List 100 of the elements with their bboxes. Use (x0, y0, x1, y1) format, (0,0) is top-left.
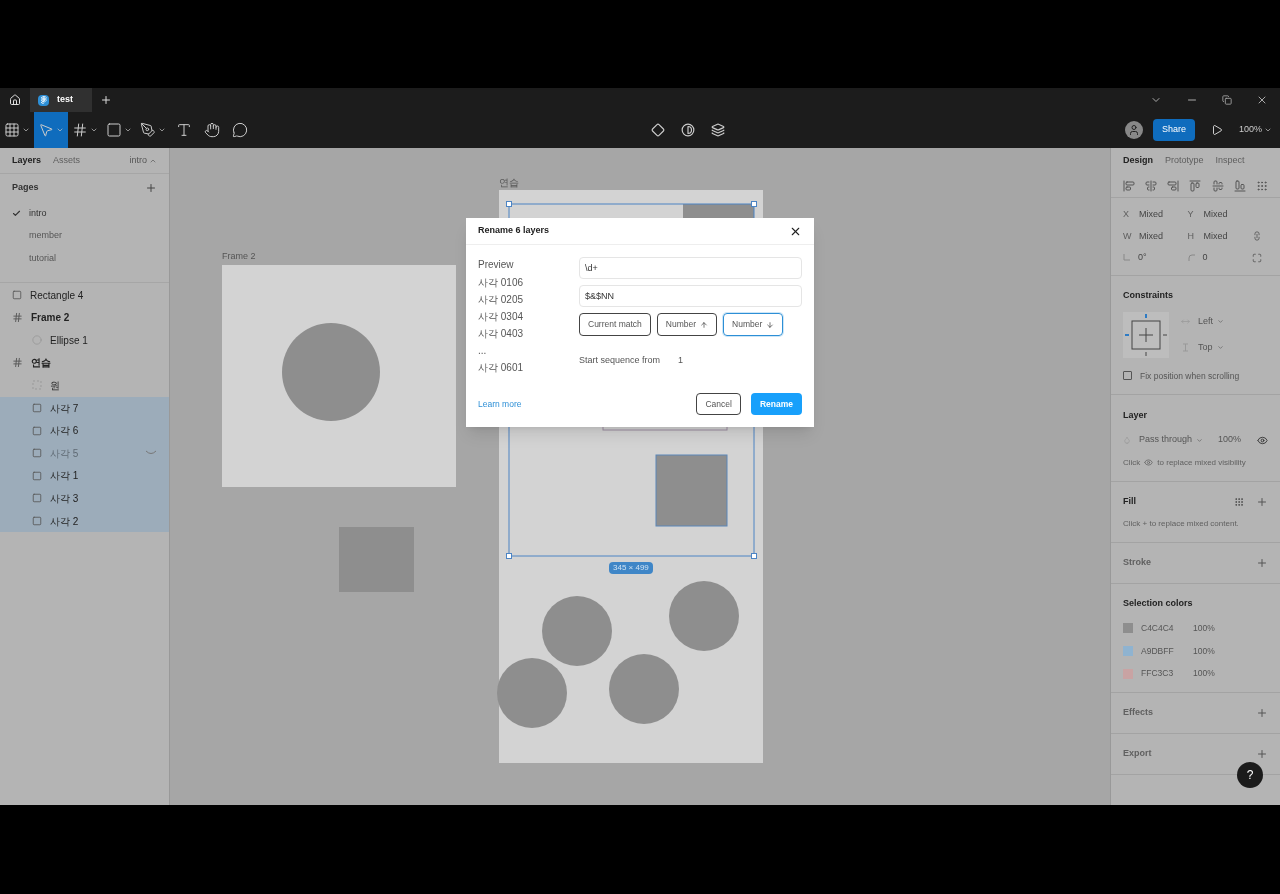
color-hex[interactable]: FFC3C3 (1141, 667, 1185, 680)
page-item[interactable]: tutorial (0, 247, 169, 270)
add-icon[interactable] (1256, 748, 1268, 760)
file-icon (38, 94, 49, 106)
layer-row[interactable]: Ellipse 1 (0, 328, 169, 352)
align-left-icon[interactable] (1123, 179, 1135, 192)
field-value[interactable]: Mixed (1203, 229, 1228, 243)
align-center-icon[interactable] (1145, 179, 1158, 192)
layer-row[interactable]: 사각 6 (0, 419, 169, 442)
pages-title: Pages (12, 181, 40, 195)
checkbox[interactable] (1123, 371, 1132, 381)
panel-tab[interactable]: Assets (53, 153, 81, 168)
field-value[interactable]: Mixed (1203, 208, 1228, 222)
color-hex[interactable]: C4C4C4 (1141, 621, 1185, 635)
align-bottom-icon[interactable] (1233, 179, 1246, 192)
rectangle-icon (32, 403, 42, 414)
sequence-field[interactable]: 1 (678, 354, 684, 368)
component-icon[interactable] (650, 123, 665, 137)
new-tab-icon[interactable] (100, 94, 112, 106)
link-icon[interactable] (1252, 231, 1262, 242)
field-label: H (1187, 229, 1195, 243)
frame-icon (12, 357, 23, 369)
size-label: 345 × 499 (609, 562, 653, 574)
layer-row[interactable]: 사각 2 (0, 509, 169, 533)
panel-tab[interactable]: Design (1123, 154, 1153, 168)
style-icon[interactable] (1234, 496, 1244, 507)
dialog-title: Rename 6 layers (478, 224, 551, 238)
avatar[interactable] (1124, 121, 1143, 139)
hidden-eye-icon[interactable] (145, 450, 157, 457)
add-page-icon[interactable] (145, 182, 157, 194)
align-top-icon[interactable] (1189, 179, 1202, 192)
rename-field[interactable]: $&$NN (579, 285, 802, 307)
color-opacity[interactable]: 100% (1193, 644, 1215, 658)
section-title: Stroke (1123, 556, 1152, 569)
token-button[interactable]: Current match (579, 313, 651, 336)
help-button[interactable]: ? (1237, 762, 1263, 788)
layer-row[interactable]: 연습 (0, 351, 169, 375)
vertical-constraint[interactable]: Top (1198, 340, 1224, 354)
layer-row[interactable]: Frame 2 (0, 306, 169, 329)
rename-button[interactable]: Rename (750, 393, 802, 415)
opacity-value[interactable]: 100% (1217, 433, 1241, 447)
preview-title: Preview (478, 258, 515, 272)
token-button[interactable]: Number (656, 313, 718, 336)
color-hex[interactable]: A9DBFF (1141, 644, 1185, 658)
blend-mode[interactable]: Pass through (1139, 433, 1210, 447)
page-item[interactable]: intro (0, 202, 169, 225)
section-title: Selection colors (1123, 597, 1194, 610)
section-title: Export (1123, 747, 1153, 761)
share-button[interactable]: Share (1152, 119, 1195, 141)
home-icon[interactable] (9, 94, 21, 106)
layer-row[interactable]: Rectangle 4 (0, 283, 169, 307)
hint-text: Click + to replace mixed content. (1123, 517, 1240, 530)
add-icon[interactable] (1256, 556, 1268, 569)
field-value[interactable]: 0 (1202, 251, 1208, 265)
check-icon (12, 208, 21, 218)
match-field[interactable]: \d+ (579, 257, 802, 279)
close-icon[interactable] (1256, 94, 1268, 106)
add-icon[interactable] (1256, 495, 1268, 508)
color-swatch[interactable] (1123, 645, 1133, 656)
color-opacity[interactable]: 100% (1193, 621, 1215, 635)
page-menu[interactable]: intro (129, 153, 157, 168)
comment-icon (232, 122, 248, 138)
file-tab[interactable]: test (30, 88, 92, 112)
add-icon[interactable] (1256, 707, 1268, 719)
layer-row[interactable]: 사각 3 (0, 487, 169, 510)
layer-row[interactable]: 원 (0, 374, 169, 397)
panel-tab[interactable]: Layers (12, 153, 42, 168)
token-button[interactable]: Number (723, 313, 784, 336)
field-value[interactable]: Mixed (1139, 229, 1163, 243)
restore-icon[interactable] (1222, 95, 1232, 105)
distribute-icon[interactable] (1255, 179, 1268, 192)
cancel-button[interactable]: Cancel (696, 393, 741, 415)
section-title: Effects (1123, 706, 1154, 720)
panel-tab[interactable]: Inspect (1215, 154, 1245, 168)
expand-icon[interactable] (1252, 252, 1262, 263)
field-value[interactable]: 0° (1138, 251, 1147, 265)
learn-more-link[interactable]: Learn more (478, 397, 687, 411)
panel-tab[interactable]: Prototype (1165, 154, 1204, 168)
frame-icon (12, 312, 23, 324)
page-item[interactable]: member (0, 224, 169, 248)
field-label: Y (1187, 208, 1195, 221)
text-icon (176, 122, 192, 138)
caret-icon (124, 126, 132, 134)
preview-item: 사각 0403 (478, 327, 525, 341)
color-opacity[interactable]: 100% (1193, 667, 1215, 680)
zoom-menu[interactable]: 100% (1238, 123, 1272, 137)
align-right-icon[interactable] (1167, 179, 1180, 192)
caret-icon (22, 126, 30, 134)
contrast-icon[interactable] (680, 123, 695, 137)
layer-row[interactable]: 사각 1 (0, 464, 169, 488)
play-icon[interactable] (1210, 124, 1223, 136)
field-value[interactable]: Mixed (1139, 208, 1163, 222)
horizontal-constraint[interactable]: Left (1198, 315, 1224, 329)
caret-icon (158, 126, 166, 134)
align-middle-icon[interactable] (1211, 179, 1224, 192)
constraints-drawing[interactable] (1123, 311, 1169, 358)
layer-row[interactable]: 사각 7 (0, 396, 169, 420)
color-swatch[interactable] (1123, 623, 1133, 634)
field-label: W (1123, 229, 1131, 243)
eye-icon[interactable] (1257, 434, 1268, 446)
